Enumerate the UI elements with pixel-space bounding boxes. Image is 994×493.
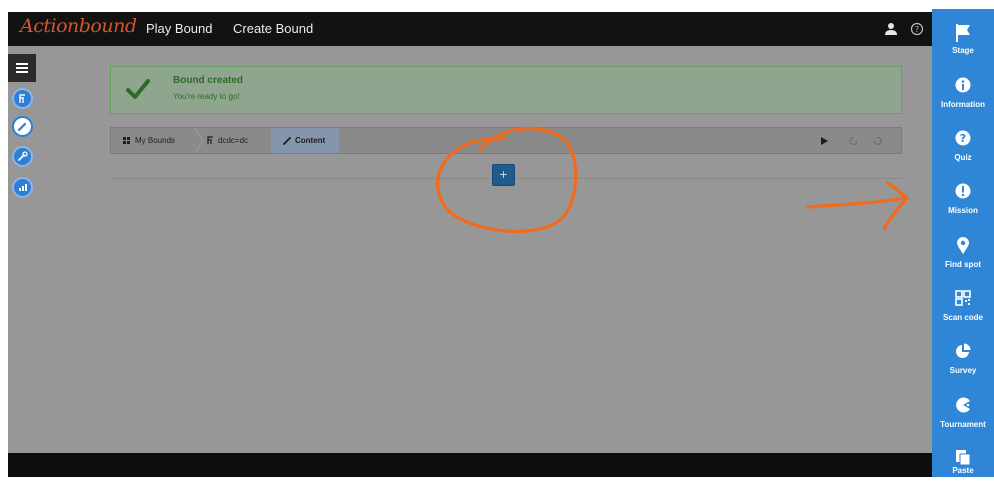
pencil-icon (283, 137, 291, 146)
palette-item-paste[interactable]: Paste (932, 441, 994, 493)
paste-icon (956, 450, 971, 465)
settings-tool-button[interactable] (12, 146, 33, 167)
bound-icon (207, 136, 213, 145)
nav-play-bound[interactable]: Play Bound (146, 21, 213, 36)
help-icon[interactable]: ? (910, 22, 924, 36)
wrench-icon (18, 151, 28, 161)
bound-icon (19, 94, 25, 103)
svg-text:?: ? (915, 25, 919, 34)
palette-label: Information (941, 100, 985, 109)
redo-icon[interactable] (871, 135, 883, 147)
flag-icon (956, 24, 970, 42)
palette-label: Stage (952, 46, 974, 55)
palette-item-information[interactable]: Information (932, 69, 994, 121)
top-navigation-bar: Actionbound Play Bound Create Bound ? (8, 12, 932, 46)
palette-item-scan-code[interactable]: Scan code (932, 282, 994, 334)
palette-label: Scan code (942, 313, 983, 322)
breadcrumb-label: My Bounds (135, 136, 176, 145)
pie-chart-icon (956, 343, 971, 358)
palette-item-find-spot[interactable]: Find spot (932, 229, 994, 281)
tournament-icon (956, 397, 970, 413)
statistics-tool-button[interactable] (12, 177, 33, 198)
breadcrumb-label: Content (295, 136, 326, 145)
undo-icon[interactable] (848, 135, 860, 147)
breadcrumb-content[interactable]: Content (271, 128, 339, 153)
pencil-icon (17, 122, 27, 132)
success-alert: Bound created You're ready to go! (110, 66, 902, 114)
chart-icon (19, 184, 27, 191)
palette-item-stage[interactable]: Stage (932, 15, 994, 67)
menu-button[interactable] (8, 54, 36, 82)
palette-label: Tournament (940, 420, 986, 429)
palette-item-mission[interactable]: Mission (932, 175, 994, 227)
info-icon (955, 77, 971, 93)
palette-item-tournament[interactable]: Tournament (932, 389, 994, 441)
exclamation-icon (955, 183, 971, 199)
play-icon[interactable] (818, 135, 830, 147)
add-element-button[interactable]: + (492, 164, 515, 186)
breadcrumb-bound[interactable]: dcdc=dc (206, 128, 248, 153)
palette-label: Paste (952, 466, 974, 475)
palette-label: Mission (948, 206, 978, 215)
qr-code-icon (955, 290, 971, 306)
map-pin-icon (957, 237, 969, 254)
alert-title: Bound created (173, 75, 244, 86)
nav-create-bound[interactable]: Create Bound (233, 21, 313, 36)
checkmark-icon (126, 79, 150, 99)
breadcrumb-separator (194, 128, 204, 153)
question-icon: ? (955, 130, 971, 146)
menu-icon (16, 63, 28, 65)
palette-label: Quiz (954, 153, 972, 162)
breadcrumb-my-bounds[interactable]: My Bounds (123, 128, 175, 153)
bound-tool-button[interactable] (12, 88, 33, 109)
alert-message: You're ready to go! (173, 92, 240, 101)
svg-text:?: ? (960, 132, 966, 145)
element-palette: Stage Information ? Quiz Mission Find sp… (932, 9, 994, 477)
app-window: Actionbound Play Bound Create Bound ? Bo… (0, 0, 994, 477)
palette-item-quiz[interactable]: ? Quiz (932, 122, 994, 174)
grid-icon (123, 137, 130, 145)
palette-item-survey[interactable]: Survey (932, 335, 994, 387)
breadcrumb-label: dcdc=dc (218, 136, 249, 145)
edit-tool-button[interactable] (12, 116, 33, 137)
breadcrumb: My Bounds dcdc=dc Content (110, 127, 902, 154)
bottom-bar (8, 453, 932, 477)
palette-label: Survey (949, 366, 977, 375)
actionbound-logo[interactable]: Actionbound (20, 15, 137, 37)
user-icon[interactable] (884, 22, 898, 36)
palette-label: Find spot (945, 260, 981, 269)
